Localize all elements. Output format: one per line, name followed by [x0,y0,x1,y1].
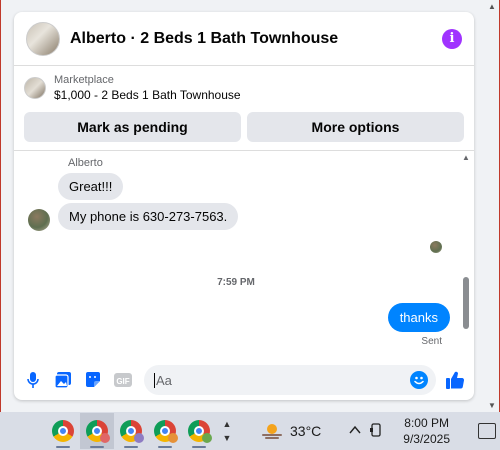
listing-price-title: $1,000 - 2 Beds 1 Bath Townhouse [54,88,241,102]
message-input[interactable]: Aa [144,365,436,395]
sent-status: Sent [421,336,442,347]
sender-avatar[interactable] [28,209,50,231]
message-scrollbar[interactable]: ▲ [462,153,470,341]
clock-time: 8:00 PM [404,416,449,430]
notification-icon[interactable] [478,423,496,439]
thumbs-up-icon[interactable] [442,367,468,393]
more-options-button[interactable]: More options [247,112,464,142]
text-caret [154,372,155,388]
sender-name: Alberto [68,157,103,169]
incoming-message[interactable]: My phone is 630-273-7563. [58,203,239,230]
chat-header: Alberto · 2 Beds 1 Bath Townhouse i [14,12,474,66]
page-scrollbar[interactable]: ▲ ▼ [486,0,498,412]
system-clock[interactable]: 8:00 PM 9/3/2025 [403,415,450,447]
chrome-icon[interactable] [80,413,114,449]
scroll-down-icon[interactable]: ▼ [488,401,496,410]
sticker-icon[interactable] [80,367,106,393]
chat-title[interactable]: Alberto · 2 Beds 1 Bath Townhouse [70,30,442,48]
marketplace-label: Marketplace [54,74,114,86]
mark-as-pending-button[interactable]: Mark as pending [24,112,241,142]
incoming-message[interactable]: Great!!! [58,173,124,200]
gif-icon[interactable]: GIF [110,367,136,393]
listing-thumbnail [24,77,46,99]
system-tray [349,422,383,440]
listing-avatar[interactable] [26,21,60,56]
marketplace-listing[interactable]: Marketplace $1,000 - 2 Beds 1 Bath Townh… [14,66,474,102]
temperature: 33°C [290,423,322,439]
weather-widget[interactable]: 33°C [260,422,321,440]
microphone-icon[interactable] [20,367,46,393]
message-list: Alberto Great!!! My phone is 630-273-756… [14,151,474,347]
message-timestamp: 7:59 PM [217,277,255,288]
chrome-icon[interactable] [46,413,80,449]
device-icon[interactable] [369,422,383,440]
chrome-icon[interactable] [148,413,182,449]
scrollbar-thumb[interactable] [463,277,469,329]
emoji-icon[interactable] [410,371,428,389]
scroll-up-icon[interactable]: ▲ [488,2,496,11]
listing-actions: Mark as pending More options [14,102,474,151]
outgoing-message[interactable]: thanks [387,303,450,332]
read-receipt-avatar [430,241,442,253]
scroll-up-icon[interactable]: ▲ [462,153,470,162]
chat-window: Alberto · 2 Beds 1 Bath Townhouse i Mark… [14,12,474,400]
message-input-placeholder: Aa [156,372,172,388]
clock-date: 9/3/2025 [403,432,450,446]
weather-icon [260,422,284,440]
info-icon[interactable]: i [442,28,462,49]
windows-taskbar: ▲ ▼ 33°C 8:00 PM 9/3/2025 [0,412,500,450]
taskbar-overflow-chevrons[interactable]: ▲ ▼ [220,417,234,445]
message-composer: GIF Aa [14,360,474,400]
photo-icon[interactable] [50,367,76,393]
chrome-icon[interactable] [114,413,148,449]
chevron-up-icon[interactable] [349,424,361,438]
chrome-icon[interactable] [182,413,216,449]
gif-label: GIF [116,377,129,386]
